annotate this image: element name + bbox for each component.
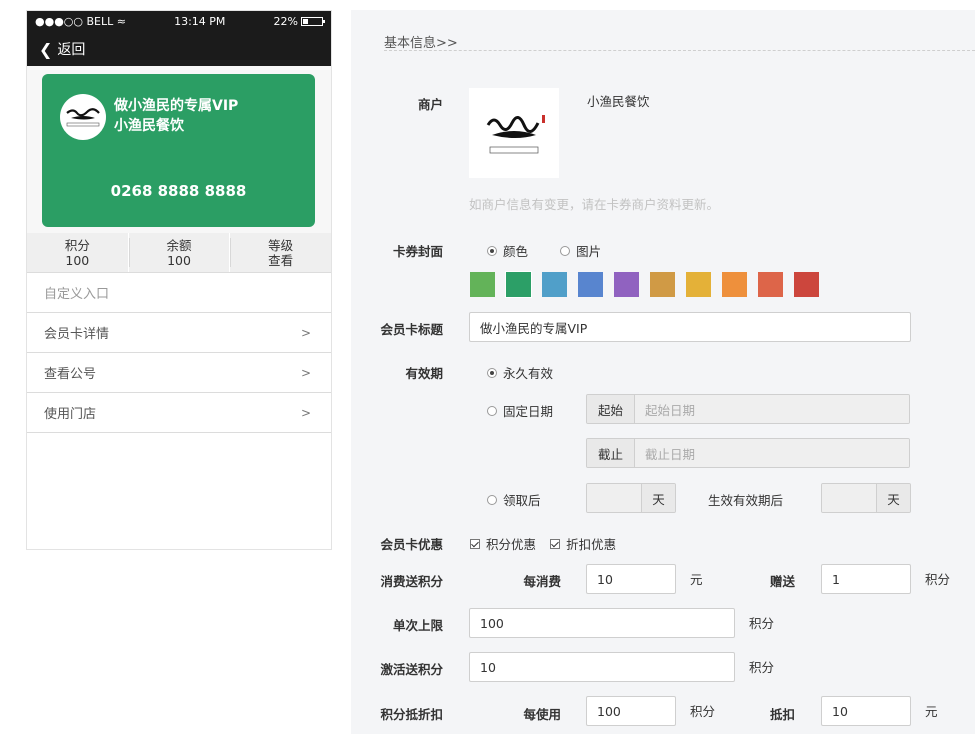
merchant-logo-icon [60, 94, 106, 140]
custom-entry[interactable]: 自定义入口 [27, 273, 331, 313]
card-title-input[interactable]: 做小渔民的专属VIP [469, 312, 911, 342]
benefit-options: 积分优惠 折扣优惠 [470, 534, 626, 553]
vip-card: 做小渔民的专属VIP 小渔民餐饮 0268 8888 8888 [42, 74, 315, 227]
start-addon: 起始 [587, 395, 635, 423]
card-title: 做小渔民的专属VIP 小渔民餐饮 [114, 98, 239, 134]
merchant-logo-icon [469, 88, 559, 178]
back-button[interactable]: 返回 [57, 39, 85, 59]
stat-points[interactable]: 积分 100 [27, 233, 128, 272]
deduct-input[interactable]: 10 [821, 696, 911, 726]
single-limit-input[interactable]: 100 [469, 608, 735, 638]
color-swatch[interactable] [686, 272, 711, 297]
give-points-input[interactable]: 1 [821, 564, 911, 594]
day-unit-2: 天 [876, 484, 910, 512]
chevron-right-icon: > [300, 405, 311, 420]
single-limit-label: 单次上限 [392, 618, 443, 633]
after-days-group: 天 [586, 483, 676, 513]
cover-options: 颜色 图片 [487, 241, 601, 260]
end-date-input[interactable]: 截止日期 [635, 439, 909, 467]
cover-image-radio[interactable]: 图片 [560, 241, 601, 260]
points-unit: 积分 [925, 572, 951, 587]
per-use-input[interactable]: 100 [586, 696, 676, 726]
merchant-label: 商户 [417, 97, 443, 112]
yuan-unit: 元 [690, 572, 703, 587]
nav-bar: ❮ 返回 [27, 32, 331, 66]
color-swatch[interactable] [614, 272, 639, 297]
card-settings-form: 基本信息>> 商户 小渔民餐饮 如商户信息有变更，请在卡券商户资料更新。 卡券封… [351, 10, 975, 734]
phone-preview: ●●●○○ BELL ≈ 13:14 PM 22% ❮ 返回 做小渔民的专属VI… [26, 10, 332, 550]
discount-benefit-checkbox[interactable]: 折扣优惠 [550, 534, 616, 553]
card-stats: 积分 100 余额 100 等级 查看 [27, 233, 331, 273]
battery-indicator: 22% [274, 15, 325, 28]
effective-after-label: 生效有效期后 [708, 493, 784, 508]
effective-days-group: 天 [821, 483, 911, 513]
per-consume-input[interactable]: 10 [586, 564, 676, 594]
validity-label: 有效期 [405, 366, 443, 381]
color-swatches [470, 271, 830, 301]
status-time: 13:14 PM [174, 15, 226, 28]
chevron-right-icon: > [300, 365, 311, 380]
end-date-group: 截止 截止日期 [586, 438, 910, 468]
points-deduct-label: 积分抵折扣 [380, 707, 443, 722]
chevron-right-icon: > [300, 325, 311, 340]
give-label: 赠送 [769, 574, 795, 589]
consume-points-label: 消费送积分 [380, 574, 443, 589]
cover-label: 卡券封面 [392, 244, 443, 259]
color-swatch[interactable] [505, 271, 532, 298]
battery-icon [301, 17, 325, 26]
stat-level[interactable]: 等级 查看 [229, 233, 331, 272]
per-use-label: 每使用 [523, 707, 561, 722]
section-title: 基本信息>> [384, 36, 458, 51]
activate-points-input[interactable]: 10 [469, 652, 735, 682]
validity-fixed-radio[interactable]: 固定日期 [487, 401, 553, 420]
single-limit-unit: 积分 [749, 616, 775, 631]
day-unit: 天 [641, 484, 675, 512]
start-date-group: 起始 起始日期 [586, 394, 910, 424]
color-swatch[interactable] [578, 272, 603, 297]
stat-balance[interactable]: 余额 100 [127, 233, 230, 272]
start-date-input[interactable]: 起始日期 [635, 395, 909, 423]
card-number: 0268 8888 8888 [110, 182, 247, 200]
benefit-label: 会员卡优惠 [380, 537, 443, 552]
carrier-signal: ●●●○○ BELL ≈ [35, 15, 126, 28]
title-label: 会员卡标题 [380, 322, 443, 337]
menu-item-stores[interactable]: 使用门店 > [27, 393, 331, 433]
color-swatch[interactable] [650, 272, 675, 297]
color-swatch[interactable] [794, 272, 819, 297]
card-area: 做小渔民的专属VIP 小渔民餐饮 0268 8888 8888 [27, 66, 331, 233]
after-days-input[interactable] [587, 484, 641, 512]
color-swatch[interactable] [758, 272, 783, 297]
deduct-unit: 元 [925, 704, 938, 719]
color-swatch[interactable] [722, 272, 747, 297]
deduct-label: 抵扣 [769, 707, 795, 722]
end-addon: 截止 [587, 439, 635, 467]
chevron-left-icon[interactable]: ❮ [39, 40, 52, 59]
menu-item-official-account[interactable]: 查看公号 > [27, 353, 331, 393]
validity-forever-radio[interactable]: 永久有效 [487, 363, 553, 382]
color-swatch[interactable] [542, 272, 567, 297]
points-benefit-checkbox[interactable]: 积分优惠 [470, 534, 536, 553]
activate-points-unit: 积分 [749, 660, 775, 675]
effective-days-input[interactable] [822, 484, 876, 512]
validity-after-radio[interactable]: 领取后 [487, 490, 541, 509]
wifi-icon: ≈ [116, 15, 126, 28]
section-divider [384, 50, 975, 51]
per-consume-label: 每消费 [523, 574, 561, 589]
color-swatch[interactable] [470, 272, 495, 297]
merchant-name: 小渔民餐饮 [587, 94, 650, 109]
merchant-hint: 如商户信息有变更，请在卡券商户资料更新。 [469, 197, 720, 212]
menu-item-card-details[interactable]: 会员卡详情 > [27, 313, 331, 353]
status-bar: ●●●○○ BELL ≈ 13:14 PM 22% [27, 11, 331, 32]
activate-points-label: 激活送积分 [380, 662, 443, 677]
cover-color-radio[interactable]: 颜色 [487, 241, 528, 260]
